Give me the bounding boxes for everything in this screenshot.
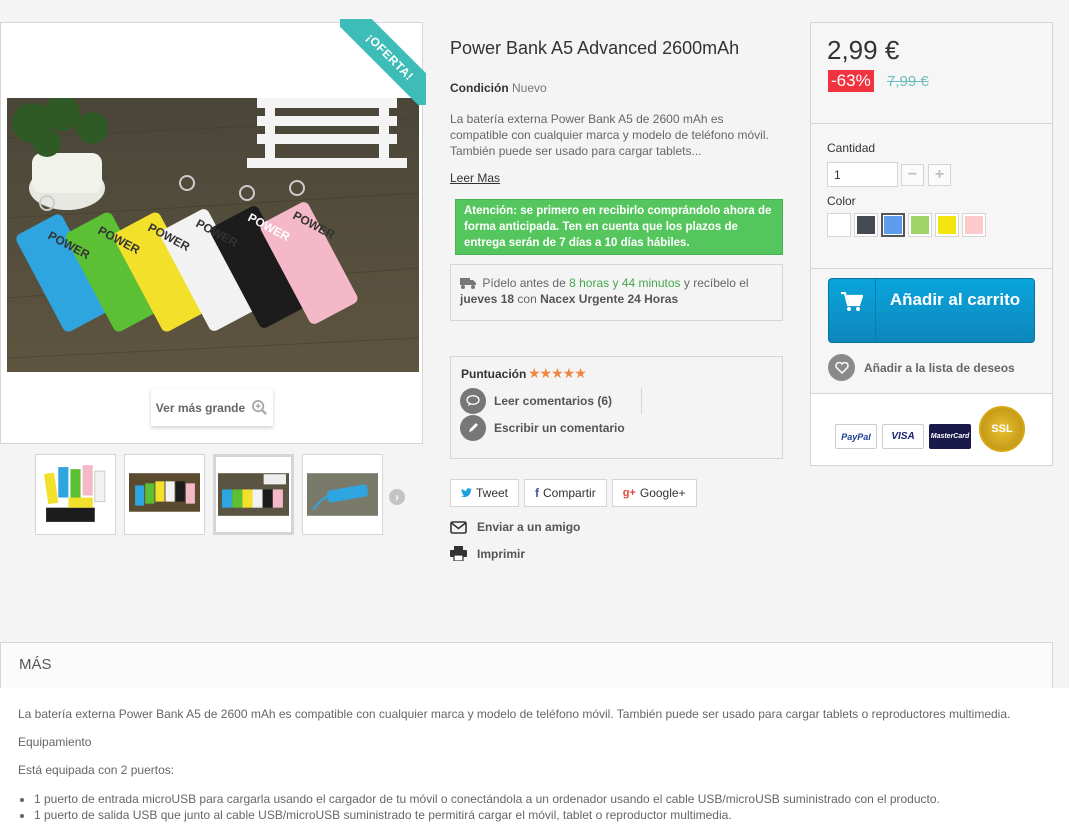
delivery-carrier: Nacex Urgente 24 Horas [540, 292, 679, 306]
read-more-link[interactable]: Leer Mas [450, 171, 500, 185]
delivery-day: jueves 18 [460, 292, 515, 306]
thumbnail-strip [35, 454, 383, 535]
google-plus-button[interactable]: g+ Google+ [611, 479, 697, 507]
quantity-input[interactable] [827, 162, 898, 187]
preorder-alert: Atención: se primero en recibirlo comprá… [455, 199, 783, 255]
write-review-link[interactable]: Escribir un comentario [460, 415, 625, 441]
tweet-button[interactable]: Tweet [450, 479, 520, 507]
quantity-label: Cantidad [827, 141, 876, 155]
envelope-icon [450, 520, 467, 534]
heart-icon [828, 354, 855, 381]
price-area: 2,99 € -63% 7,99 € [811, 23, 1052, 124]
color-swatch-blue[interactable] [881, 213, 905, 237]
add-to-cart-button[interactable]: Añadir al carrito [828, 278, 1035, 343]
thumbnail-1[interactable] [35, 454, 116, 535]
delivery-and: y [612, 276, 619, 290]
color-swatch-yellow[interactable] [935, 213, 959, 237]
quantity-plus-button[interactable]: + [928, 164, 951, 186]
thumbnails-next-button[interactable]: › [389, 489, 405, 505]
short-description: La batería externa Power Bank A5 de 2600… [450, 112, 769, 158]
paypal-logo: PayPal [835, 424, 877, 449]
options-area: Cantidad − + Color [811, 124, 1052, 269]
comment-icon [460, 388, 486, 414]
more-section-heading: Más [0, 642, 1053, 688]
product-condition: Condición Nuevo [450, 81, 547, 95]
color-swatches [827, 213, 986, 237]
facebook-icon: f [535, 486, 540, 500]
rating-label: Puntuación [461, 367, 527, 381]
list-item: 1 puerto de salida USB que junto al cabl… [34, 807, 1051, 823]
pencil-icon [460, 415, 486, 441]
color-swatch-white[interactable] [827, 213, 851, 237]
mastercard-logo: MasterCard [929, 424, 971, 449]
color-swatch-black[interactable] [854, 213, 878, 237]
ssl-seal: SSL [979, 406, 1025, 452]
google-plus-label: Google+ [639, 486, 686, 500]
write-review-label: Escribir un comentario [494, 421, 625, 435]
thumbnail-2[interactable] [124, 454, 205, 535]
rating-divider [641, 388, 642, 414]
current-price: 2,99 € [827, 35, 900, 65]
delivery-estimate: Pídelo antes de 8 horas y 44 minutos y r… [450, 264, 783, 321]
add-to-cart-label: Añadir al carrito [889, 290, 1021, 309]
product-main-image[interactable]: POWER POWER POWER POWER POWER POWER [7, 98, 419, 372]
facebook-share-label: Compartir [543, 486, 596, 500]
share-buttons: Tweet f Compartir g+ Google+ [450, 479, 697, 507]
discount-badge: -63% [828, 70, 874, 92]
cart-icon [829, 279, 876, 342]
delivery-minutes: 44 minutos [621, 276, 681, 290]
wishlist-label: Añadir a la lista de deseos [864, 360, 1015, 375]
print-link[interactable]: Imprimir [450, 546, 525, 561]
rating-box: Puntuación ★★★★★ Leer comentarios (6) Es… [450, 356, 783, 459]
offer-ribbon: ¡OFERTA! [340, 19, 426, 105]
facebook-share-button[interactable]: f Compartir [524, 479, 607, 507]
view-larger-label: Ver más grande [155, 400, 246, 415]
visa-logo: VISA [882, 424, 924, 449]
google-plus-icon: g+ [622, 487, 636, 499]
send-to-friend-label: Enviar a un amigo [477, 520, 581, 534]
printer-icon [450, 546, 467, 561]
payment-logos: PayPal VISA MasterCard SSL [811, 394, 1052, 465]
rating-stars: ★★★★★ [528, 365, 587, 381]
buy-box: 2,99 € -63% 7,99 € Cantidad − + Color Añ… [810, 22, 1053, 466]
read-reviews-label: Leer comentarios (6) [494, 394, 613, 408]
product-image-box: POWER POWER POWER POWER POWER POWER ¡OFE… [0, 19, 426, 444]
thumbnail-3[interactable] [213, 454, 294, 535]
color-swatch-green[interactable] [908, 213, 932, 237]
condition-label: Condición [450, 81, 509, 95]
old-price: 7,99 € [887, 73, 929, 90]
read-reviews-link[interactable]: Leer comentarios (6) [460, 388, 612, 414]
more-paragraph-3: Está equipada con 2 puertos: [18, 763, 175, 777]
ports-list: 1 puerto de entrada microUSB para cargar… [18, 791, 1051, 823]
twitter-icon [461, 488, 472, 497]
delivery-text-1: Pídelo antes de [482, 276, 566, 290]
delivery-text-2: y recíbelo el [683, 276, 749, 290]
send-to-friend-link[interactable]: Enviar a un amigo [450, 520, 580, 534]
quantity-minus-button[interactable]: − [901, 164, 924, 186]
list-item: 1 puerto de entrada microUSB para cargar… [34, 791, 1051, 807]
add-to-wishlist-link[interactable]: Añadir a la lista de deseos [828, 354, 1015, 381]
tweet-label: Tweet [476, 486, 509, 500]
more-paragraph-2: Equipamiento [18, 735, 92, 749]
zoom-in-icon [252, 399, 268, 415]
more-paragraph-1: La batería externa Power Bank A5 de 2600… [18, 707, 1011, 721]
offer-ribbon-label: ¡OFERTA! [340, 19, 426, 105]
truck-icon [460, 278, 476, 289]
more-section-body: La batería externa Power Bank A5 de 2600… [0, 688, 1069, 833]
view-larger-button[interactable]: Ver más grande [151, 389, 273, 426]
delivery-hours: 8 horas [569, 276, 610, 290]
product-title: Power Bank A5 Advanced 2600mAh [450, 38, 740, 58]
cart-area: Añadir al carrito Añadir a la lista de d… [811, 269, 1052, 394]
delivery-with: con [517, 292, 537, 306]
color-label: Color [827, 194, 856, 208]
color-swatch-pink[interactable] [962, 213, 986, 237]
print-label: Imprimir [477, 546, 526, 561]
condition-value: Nuevo [512, 81, 547, 95]
thumbnail-4[interactable] [302, 454, 383, 535]
